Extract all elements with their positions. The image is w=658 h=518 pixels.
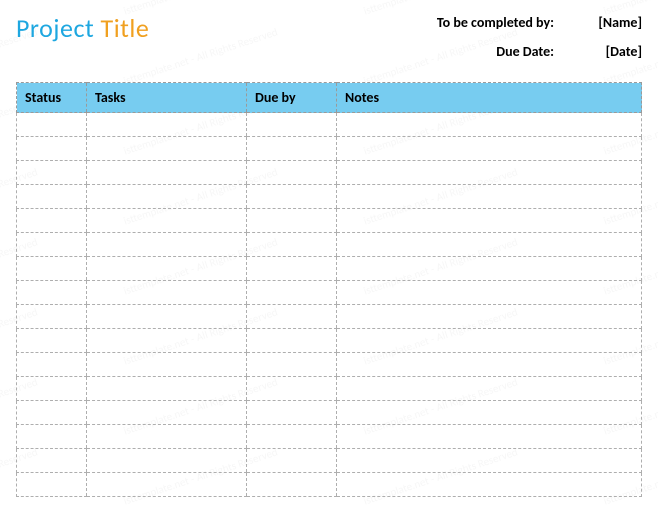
cell-dueby[interactable]	[247, 449, 337, 473]
cell-dueby[interactable]	[247, 329, 337, 353]
cell-tasks[interactable]	[87, 305, 247, 329]
table-row	[17, 305, 642, 329]
cell-status[interactable]	[17, 353, 87, 377]
table-body	[17, 113, 642, 497]
cell-tasks[interactable]	[87, 209, 247, 233]
table-row	[17, 353, 642, 377]
cell-status[interactable]	[17, 305, 87, 329]
cell-notes[interactable]	[337, 425, 642, 449]
cell-dueby[interactable]	[247, 425, 337, 449]
cell-dueby[interactable]	[247, 377, 337, 401]
cell-dueby[interactable]	[247, 233, 337, 257]
col-notes: Notes	[337, 83, 642, 113]
page-container: Project Title To be completed by: [Name]…	[0, 0, 658, 513]
cell-notes[interactable]	[337, 353, 642, 377]
col-tasks: Tasks	[87, 83, 247, 113]
meta-block: To be completed by: [Name] Due Date: [Da…	[437, 14, 642, 60]
cell-notes[interactable]	[337, 257, 642, 281]
cell-notes[interactable]	[337, 329, 642, 353]
cell-notes[interactable]	[337, 185, 642, 209]
cell-status[interactable]	[17, 425, 87, 449]
title-word-project: Project	[16, 12, 94, 44]
cell-tasks[interactable]	[87, 473, 247, 497]
cell-status[interactable]	[17, 281, 87, 305]
cell-tasks[interactable]	[87, 449, 247, 473]
cell-tasks[interactable]	[87, 257, 247, 281]
cell-notes[interactable]	[337, 233, 642, 257]
task-table-wrap: Status Tasks Due by Notes	[16, 82, 642, 497]
cell-dueby[interactable]	[247, 113, 337, 137]
cell-dueby[interactable]	[247, 185, 337, 209]
cell-tasks[interactable]	[87, 137, 247, 161]
cell-notes[interactable]	[337, 377, 642, 401]
cell-dueby[interactable]	[247, 161, 337, 185]
due-date-label: Due Date:	[437, 43, 554, 60]
cell-tasks[interactable]	[87, 425, 247, 449]
cell-status[interactable]	[17, 473, 87, 497]
table-row	[17, 113, 642, 137]
cell-tasks[interactable]	[87, 233, 247, 257]
cell-status[interactable]	[17, 377, 87, 401]
cell-dueby[interactable]	[247, 281, 337, 305]
cell-dueby[interactable]	[247, 353, 337, 377]
cell-tasks[interactable]	[87, 377, 247, 401]
cell-tasks[interactable]	[87, 353, 247, 377]
cell-tasks[interactable]	[87, 161, 247, 185]
header-row: Project Title To be completed by: [Name]…	[16, 12, 642, 60]
cell-notes[interactable]	[337, 401, 642, 425]
title-word-title: Title	[101, 12, 150, 44]
cell-notes[interactable]	[337, 137, 642, 161]
table-row	[17, 137, 642, 161]
completed-by-label: To be completed by:	[437, 14, 554, 31]
cell-status[interactable]	[17, 257, 87, 281]
cell-status[interactable]	[17, 401, 87, 425]
cell-dueby[interactable]	[247, 209, 337, 233]
table-row	[17, 257, 642, 281]
col-dueby: Due by	[247, 83, 337, 113]
completed-by-value[interactable]: [Name]	[582, 14, 642, 31]
cell-notes[interactable]	[337, 449, 642, 473]
cell-notes[interactable]	[337, 209, 642, 233]
table-row	[17, 449, 642, 473]
table-row	[17, 281, 642, 305]
cell-status[interactable]	[17, 161, 87, 185]
cell-notes[interactable]	[337, 161, 642, 185]
cell-notes[interactable]	[337, 305, 642, 329]
table-row	[17, 425, 642, 449]
cell-status[interactable]	[17, 185, 87, 209]
cell-dueby[interactable]	[247, 137, 337, 161]
cell-status[interactable]	[17, 329, 87, 353]
cell-tasks[interactable]	[87, 113, 247, 137]
cell-dueby[interactable]	[247, 473, 337, 497]
table-row	[17, 209, 642, 233]
project-title: Project Title	[16, 12, 149, 44]
table-row	[17, 329, 642, 353]
task-table: Status Tasks Due by Notes	[16, 82, 642, 497]
due-date-value[interactable]: [Date]	[582, 43, 642, 60]
table-row	[17, 161, 642, 185]
table-header-row: Status Tasks Due by Notes	[17, 83, 642, 113]
cell-dueby[interactable]	[247, 305, 337, 329]
table-row	[17, 473, 642, 497]
cell-status[interactable]	[17, 137, 87, 161]
table-row	[17, 233, 642, 257]
cell-status[interactable]	[17, 113, 87, 137]
cell-dueby[interactable]	[247, 257, 337, 281]
cell-status[interactable]	[17, 209, 87, 233]
col-status: Status	[17, 83, 87, 113]
table-row	[17, 401, 642, 425]
cell-tasks[interactable]	[87, 401, 247, 425]
cell-notes[interactable]	[337, 113, 642, 137]
cell-tasks[interactable]	[87, 185, 247, 209]
cell-status[interactable]	[17, 233, 87, 257]
table-row	[17, 377, 642, 401]
cell-tasks[interactable]	[87, 329, 247, 353]
cell-notes[interactable]	[337, 281, 642, 305]
cell-tasks[interactable]	[87, 281, 247, 305]
cell-status[interactable]	[17, 449, 87, 473]
cell-notes[interactable]	[337, 473, 642, 497]
cell-dueby[interactable]	[247, 401, 337, 425]
table-row	[17, 185, 642, 209]
